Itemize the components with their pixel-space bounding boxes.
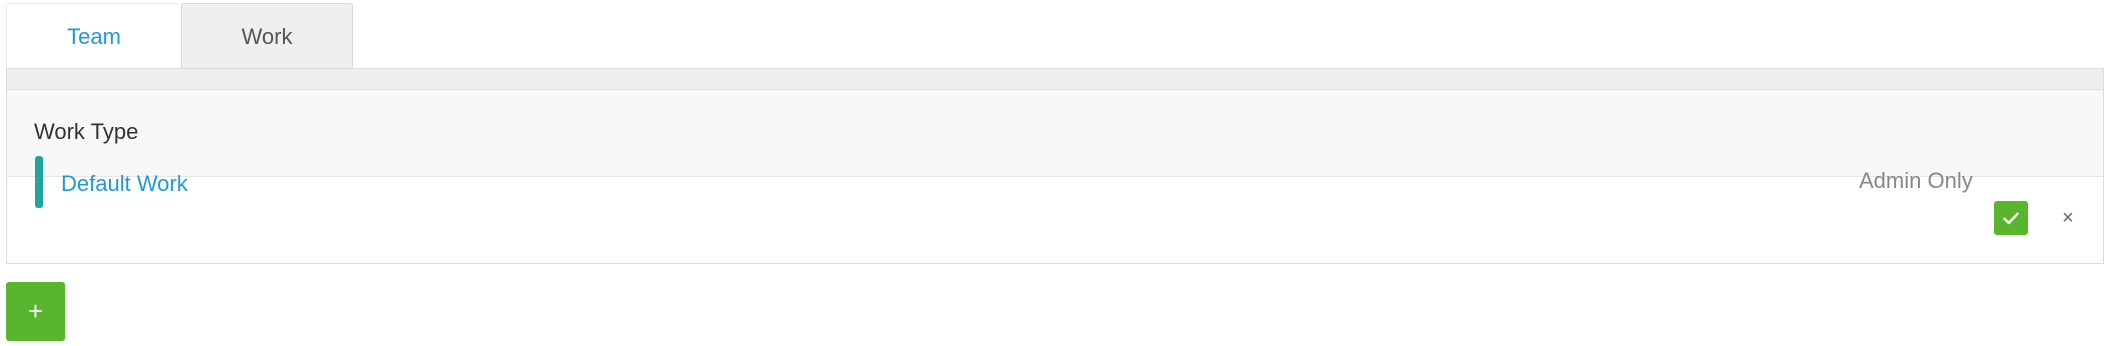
check-icon <box>2003 212 2019 224</box>
panel-top-strip <box>7 69 2103 90</box>
tab-work[interactable]: Work <box>181 3 353 69</box>
plus-icon: + <box>27 296 44 326</box>
tab-bar: Team Work <box>6 3 353 69</box>
work-type-color-indicator <box>35 156 43 208</box>
panel-header: Work Type <box>7 90 2103 177</box>
work-type-name-link[interactable]: Default Work <box>61 171 188 197</box>
admin-only-checkbox[interactable] <box>1994 201 2028 235</box>
add-work-type-button[interactable]: + <box>6 282 65 341</box>
remove-work-type-close-icon[interactable]: × <box>2062 208 2074 228</box>
work-type-heading: Work Type <box>34 119 139 144</box>
admin-only-label: Admin Only <box>1859 168 1973 193</box>
work-type-panel: Work Type Default Work Admin Only <box>6 68 2104 264</box>
work-type-row <box>7 177 2103 263</box>
tab-team[interactable]: Team <box>6 3 181 69</box>
work-settings-page: Team Work Work Type Default Work Admin O… <box>0 0 2111 346</box>
